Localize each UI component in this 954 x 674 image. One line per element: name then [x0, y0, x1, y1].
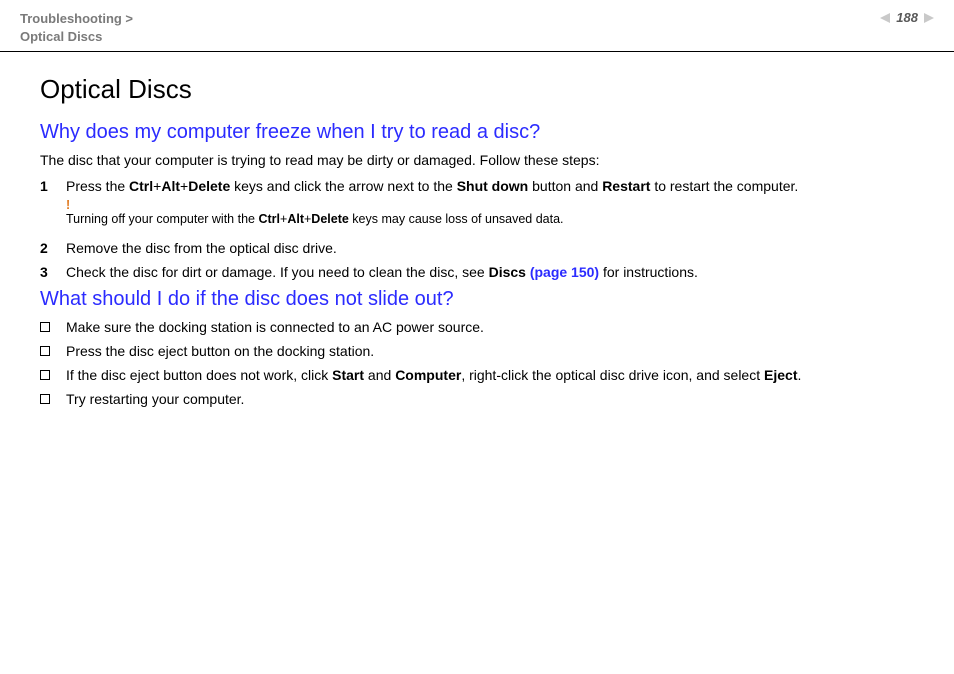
- text: , right-click the optical disc drive ico…: [461, 367, 764, 383]
- page-content: Optical Discs Why does my computer freez…: [0, 52, 954, 425]
- breadcrumb-line1: Troubleshooting >: [20, 10, 133, 28]
- warning-note: ! Turning off your computer with the Ctr…: [66, 198, 914, 226]
- step-1: 1 Press the Ctrl+Alt+Delete keys and cli…: [40, 178, 914, 232]
- bold-start: Start: [332, 367, 364, 383]
- step-body: Remove the disc from the optical disc dr…: [66, 240, 914, 256]
- breadcrumb: Troubleshooting > Optical Discs: [20, 10, 133, 45]
- bold-discs: Discs: [489, 264, 530, 280]
- text: Turning off your computer with the: [66, 212, 258, 226]
- page-nav: 188: [880, 10, 934, 25]
- item-text: If the disc eject button does not work, …: [66, 367, 801, 383]
- list-item: Make sure the docking station is connect…: [40, 319, 914, 335]
- text: keys may cause loss of unsaved data.: [349, 212, 564, 226]
- question-1-intro: The disc that your computer is trying to…: [40, 152, 914, 168]
- bold-eject: Eject: [764, 367, 797, 383]
- bullet-icon: [40, 370, 50, 380]
- question-2-heading: What should I do if the disc does not sl…: [40, 288, 914, 311]
- key-ctrl: Ctrl: [129, 178, 153, 194]
- bold-shutdown: Shut down: [457, 178, 529, 194]
- text: to restart the computer.: [650, 178, 798, 194]
- text: keys and click the arrow next to the: [230, 178, 456, 194]
- prev-page-icon[interactable]: [880, 13, 890, 23]
- key-alt: Alt: [287, 212, 304, 226]
- next-page-icon[interactable]: [924, 13, 934, 23]
- step-body: Press the Ctrl+Alt+Delete keys and click…: [66, 178, 914, 232]
- item-text: Try restarting your computer.: [66, 391, 244, 407]
- text: .: [797, 367, 801, 383]
- page-title: Optical Discs: [40, 74, 914, 105]
- text: for instructions.: [599, 264, 698, 280]
- list-item: Try restarting your computer.: [40, 391, 914, 407]
- warning-icon: !: [66, 198, 70, 212]
- step-3: 3 Check the disc for dirt or damage. If …: [40, 264, 914, 280]
- step-number: 2: [40, 240, 66, 256]
- key-ctrl: Ctrl: [258, 212, 280, 226]
- bullet-icon: [40, 346, 50, 356]
- question-1-heading: Why does my computer freeze when I try t…: [40, 121, 914, 144]
- key-alt: Alt: [161, 178, 180, 194]
- item-text: Press the disc eject button on the docki…: [66, 343, 374, 359]
- text: Press the: [66, 178, 129, 194]
- bold-computer: Computer: [395, 367, 461, 383]
- step-2: 2 Remove the disc from the optical disc …: [40, 240, 914, 256]
- text: and: [364, 367, 395, 383]
- bullet-icon: [40, 394, 50, 404]
- text: button and: [528, 178, 602, 194]
- step-number: 1: [40, 178, 66, 194]
- page-number: 188: [894, 10, 920, 25]
- bullet-list: Make sure the docking station is connect…: [40, 319, 914, 407]
- list-item: If the disc eject button does not work, …: [40, 367, 914, 383]
- page-header: Troubleshooting > Optical Discs 188: [0, 0, 954, 52]
- step-body: Check the disc for dirt or damage. If yo…: [66, 264, 914, 280]
- bullet-icon: [40, 322, 50, 332]
- breadcrumb-line2: Optical Discs: [20, 28, 133, 46]
- key-delete: Delete: [188, 178, 230, 194]
- bold-restart: Restart: [602, 178, 650, 194]
- text: If the disc eject button does not work, …: [66, 367, 332, 383]
- item-text: Make sure the docking station is connect…: [66, 319, 484, 335]
- key-delete: Delete: [311, 212, 349, 226]
- text: Check the disc for dirt or damage. If yo…: [66, 264, 489, 280]
- text: +: [180, 178, 188, 194]
- page-link[interactable]: (page 150): [530, 264, 599, 280]
- step-number: 3: [40, 264, 66, 280]
- list-item: Press the disc eject button on the docki…: [40, 343, 914, 359]
- steps-list: 1 Press the Ctrl+Alt+Delete keys and cli…: [40, 178, 914, 280]
